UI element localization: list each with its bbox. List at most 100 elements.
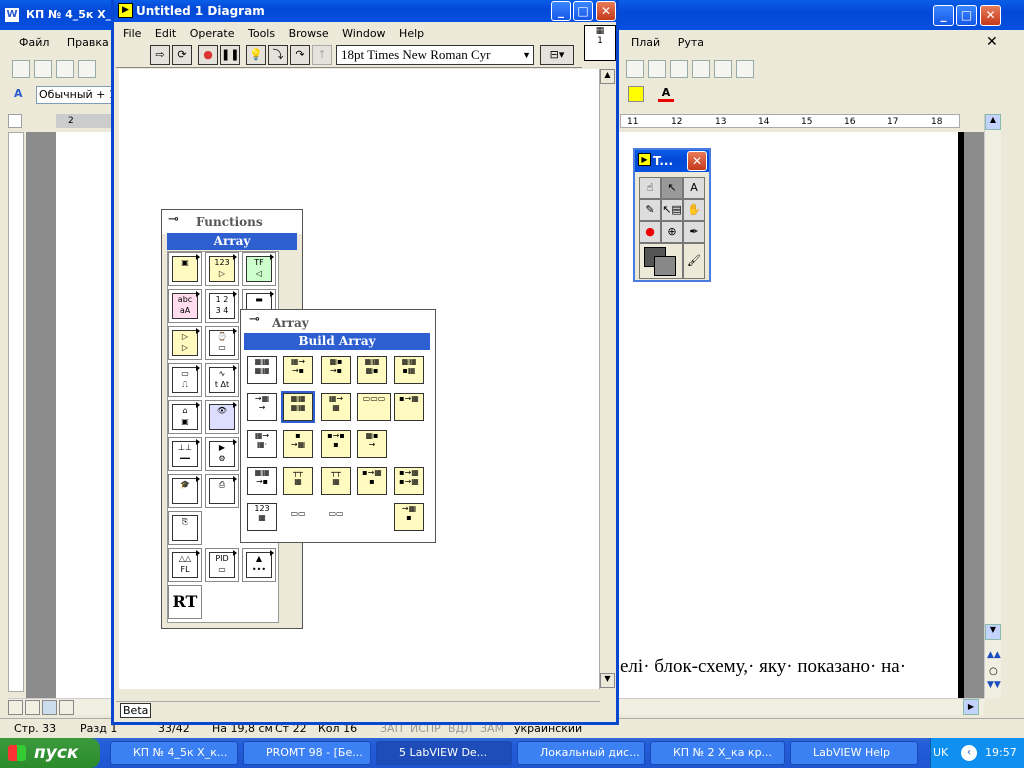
browse-object-icon[interactable]: ○ xyxy=(989,666,998,677)
task-word-2[interactable]: КП № 2 Х_ка кр... xyxy=(650,741,785,765)
build-array-icon[interactable]: ▦▦ ▦▦ xyxy=(281,391,315,423)
breakpoint-tool-icon[interactable]: ● xyxy=(639,221,661,243)
lv-menu-edit[interactable]: Edit xyxy=(150,27,181,40)
coloring-brush-icon[interactable]: 🖌 xyxy=(683,243,705,279)
step-over-icon[interactable]: ↷ xyxy=(290,45,310,65)
numeric-palette-icon[interactable]: 123 ▷ xyxy=(205,252,239,286)
position-tool-icon[interactable]: ↖ xyxy=(661,177,683,199)
get-color-tool-icon[interactable]: ✒ xyxy=(683,221,705,243)
object-shortcut-tool-icon[interactable]: ↖▤ xyxy=(661,199,683,221)
link-icon[interactable] xyxy=(648,60,666,78)
select-vi-palette-icon[interactable]: ⎘ xyxy=(168,511,202,545)
keyboard-language[interactable]: UK xyxy=(933,738,948,768)
structures-palette-icon[interactable]: ▣ xyxy=(168,252,202,286)
lv-menu-window[interactable]: Window xyxy=(337,27,390,40)
vi-icon[interactable]: ▦ 1 xyxy=(584,25,616,61)
diagram-hscroll[interactable]: Beta xyxy=(116,701,600,719)
set-color-tool-icon[interactable] xyxy=(639,243,683,279)
tab-selector[interactable] xyxy=(8,114,22,128)
application-control-palette-icon[interactable]: ▶ ⚙ xyxy=(205,437,239,471)
scroll-tool-icon[interactable]: ✋ xyxy=(683,199,705,221)
print-icon[interactable] xyxy=(78,60,96,78)
lv-menu-tools[interactable]: Tools xyxy=(243,27,280,40)
connect-wire-tool-icon[interactable]: ✎ xyxy=(639,199,661,221)
diagram-vscroll[interactable]: ▲ ▼ xyxy=(599,69,615,689)
menu-edit[interactable]: Правка xyxy=(60,36,116,49)
signal-palette-icon[interactable]: ▲ ••• xyxy=(242,548,276,582)
instrument-io-palette-icon[interactable]: ⌂ ▣ xyxy=(168,400,202,434)
diagram-scroll-down[interactable]: ▼ xyxy=(600,673,615,688)
communication-palette-icon[interactable]: ⊥⊥ ━━ xyxy=(168,437,202,471)
lv-close-button[interactable]: ✕ xyxy=(596,1,616,21)
tutorial-palette-icon[interactable]: 🎓 xyxy=(168,474,202,508)
edit-text-tool-icon[interactable]: A xyxy=(683,177,705,199)
pause-icon[interactable]: ❚❚ xyxy=(220,45,240,65)
print-view-icon[interactable] xyxy=(42,700,57,715)
scroll-up-button[interactable]: ▲ xyxy=(985,114,1001,130)
step-out-icon[interactable]: ↑ xyxy=(312,45,332,65)
operate-value-tool-icon[interactable]: ☝ xyxy=(639,177,661,199)
array-size-icon[interactable]: ▦→ →▪ xyxy=(283,356,313,384)
outline-view-icon[interactable] xyxy=(59,700,74,715)
pid-palette-icon[interactable]: PID ▭ xyxy=(205,548,239,582)
styles-icon[interactable]: A xyxy=(14,87,30,103)
step-into-icon[interactable]: ⤵ xyxy=(268,45,288,65)
rt-palette-icon[interactable]: RT xyxy=(168,585,202,619)
save-icon[interactable] xyxy=(56,60,74,78)
split-1d-array-icon[interactable]: ▦▪ → xyxy=(357,430,387,458)
task-labview[interactable]: 5 LabVIEW De... xyxy=(376,741,512,765)
lv-minimize-button[interactable]: _ xyxy=(551,1,571,21)
task-word[interactable]: КП № 4_5к Х_к... xyxy=(110,741,238,765)
lv-menu-operate[interactable]: Operate xyxy=(185,27,240,40)
array-pin-icon[interactable]: ⊸ xyxy=(249,312,260,327)
help-icon[interactable] xyxy=(626,60,644,78)
close-button[interactable]: ✕ xyxy=(980,5,1001,26)
task-local-disk[interactable]: Локальный дис... xyxy=(517,741,645,765)
pin-icon[interactable]: ⊸ xyxy=(168,212,179,227)
delete-from-array-icon[interactable]: →▦ → xyxy=(247,393,277,421)
menu-file[interactable]: Файл xyxy=(12,36,56,49)
interpolate-1d-array-icon[interactable]: ┬┬ ▦ xyxy=(321,467,351,495)
boolean-palette-icon[interactable]: TF ◁ xyxy=(242,252,276,286)
reshape-array-icon[interactable]: ▦→ ▦· xyxy=(247,430,277,458)
russia-flag-icon[interactable] xyxy=(736,60,754,78)
fuzzy-palette-icon[interactable]: △△ FL xyxy=(168,548,202,582)
cluster-to-array-icon[interactable]: →▦ ▪ xyxy=(394,503,424,531)
analyze-palette-icon[interactable]: ∿ t Δt xyxy=(205,363,239,397)
start-button[interactable]: пуск xyxy=(0,738,100,768)
tools-close-button[interactable]: ✕ xyxy=(687,151,707,171)
initialize-array-icon[interactable]: ▦→ ▦ xyxy=(321,393,351,421)
maximize-button[interactable]: □ xyxy=(956,5,977,26)
lv-menu-help[interactable]: Help xyxy=(394,27,429,40)
language-bar-icon[interactable]: ‹ xyxy=(961,745,977,761)
string-palette-icon[interactable]: abc aA xyxy=(168,289,202,323)
sort-1d-array-icon[interactable]: ▪ →▦ xyxy=(283,430,313,458)
minimize-button[interactable]: _ xyxy=(933,5,954,26)
replace-array-subset-icon[interactable]: ▦▦ ▦▪ xyxy=(357,356,387,384)
interleave-1d-arrays-icon[interactable]: ▪→▦ ▪→▦ xyxy=(394,467,424,495)
report-palette-icon[interactable]: ⎙ xyxy=(205,474,239,508)
run-continuous-icon[interactable]: ⟳ xyxy=(172,45,192,65)
array-max-min-icon[interactable]: ▪→▦ xyxy=(394,393,424,421)
probe-tool-icon[interactable]: ⊕ xyxy=(661,221,683,243)
scroll-down-button[interactable]: ▼ xyxy=(985,624,1001,640)
ukraine-flag-icon[interactable] xyxy=(714,60,732,78)
comparison-palette-icon[interactable]: ▷ ▷ xyxy=(168,326,202,360)
align-objects-icon[interactable]: ⊟▾ xyxy=(540,45,574,65)
time-palette-icon[interactable]: ⌚ ▭ xyxy=(205,326,239,360)
array-palette-icon[interactable]: 1 23 4 xyxy=(205,289,239,323)
lv-menu-file[interactable]: File xyxy=(118,27,146,40)
file-io-palette-icon[interactable]: ▭ ⎍ xyxy=(168,363,202,397)
vertical-scrollbar[interactable]: ▲ ▼ ▲▲ ○ ▼▼ xyxy=(984,114,1001,698)
insert-into-array-icon[interactable]: ▦▦ ▪▦ xyxy=(394,356,424,384)
disk-icon[interactable] xyxy=(670,60,688,78)
transpose-array-icon[interactable]: ▭▭ xyxy=(283,509,313,527)
highlight-icon[interactable] xyxy=(628,86,644,102)
menu-play[interactable]: Плай xyxy=(624,36,667,49)
web-view-icon[interactable] xyxy=(25,700,40,715)
run-icon[interactable]: ⇨ xyxy=(150,45,170,65)
spell-icon[interactable] xyxy=(692,60,710,78)
prev-page-icon[interactable]: ▲▲ xyxy=(987,650,1001,660)
array-subset-icon[interactable]: ▭▭▭ xyxy=(357,393,391,421)
lv-menu-browse[interactable]: Browse xyxy=(284,27,334,40)
